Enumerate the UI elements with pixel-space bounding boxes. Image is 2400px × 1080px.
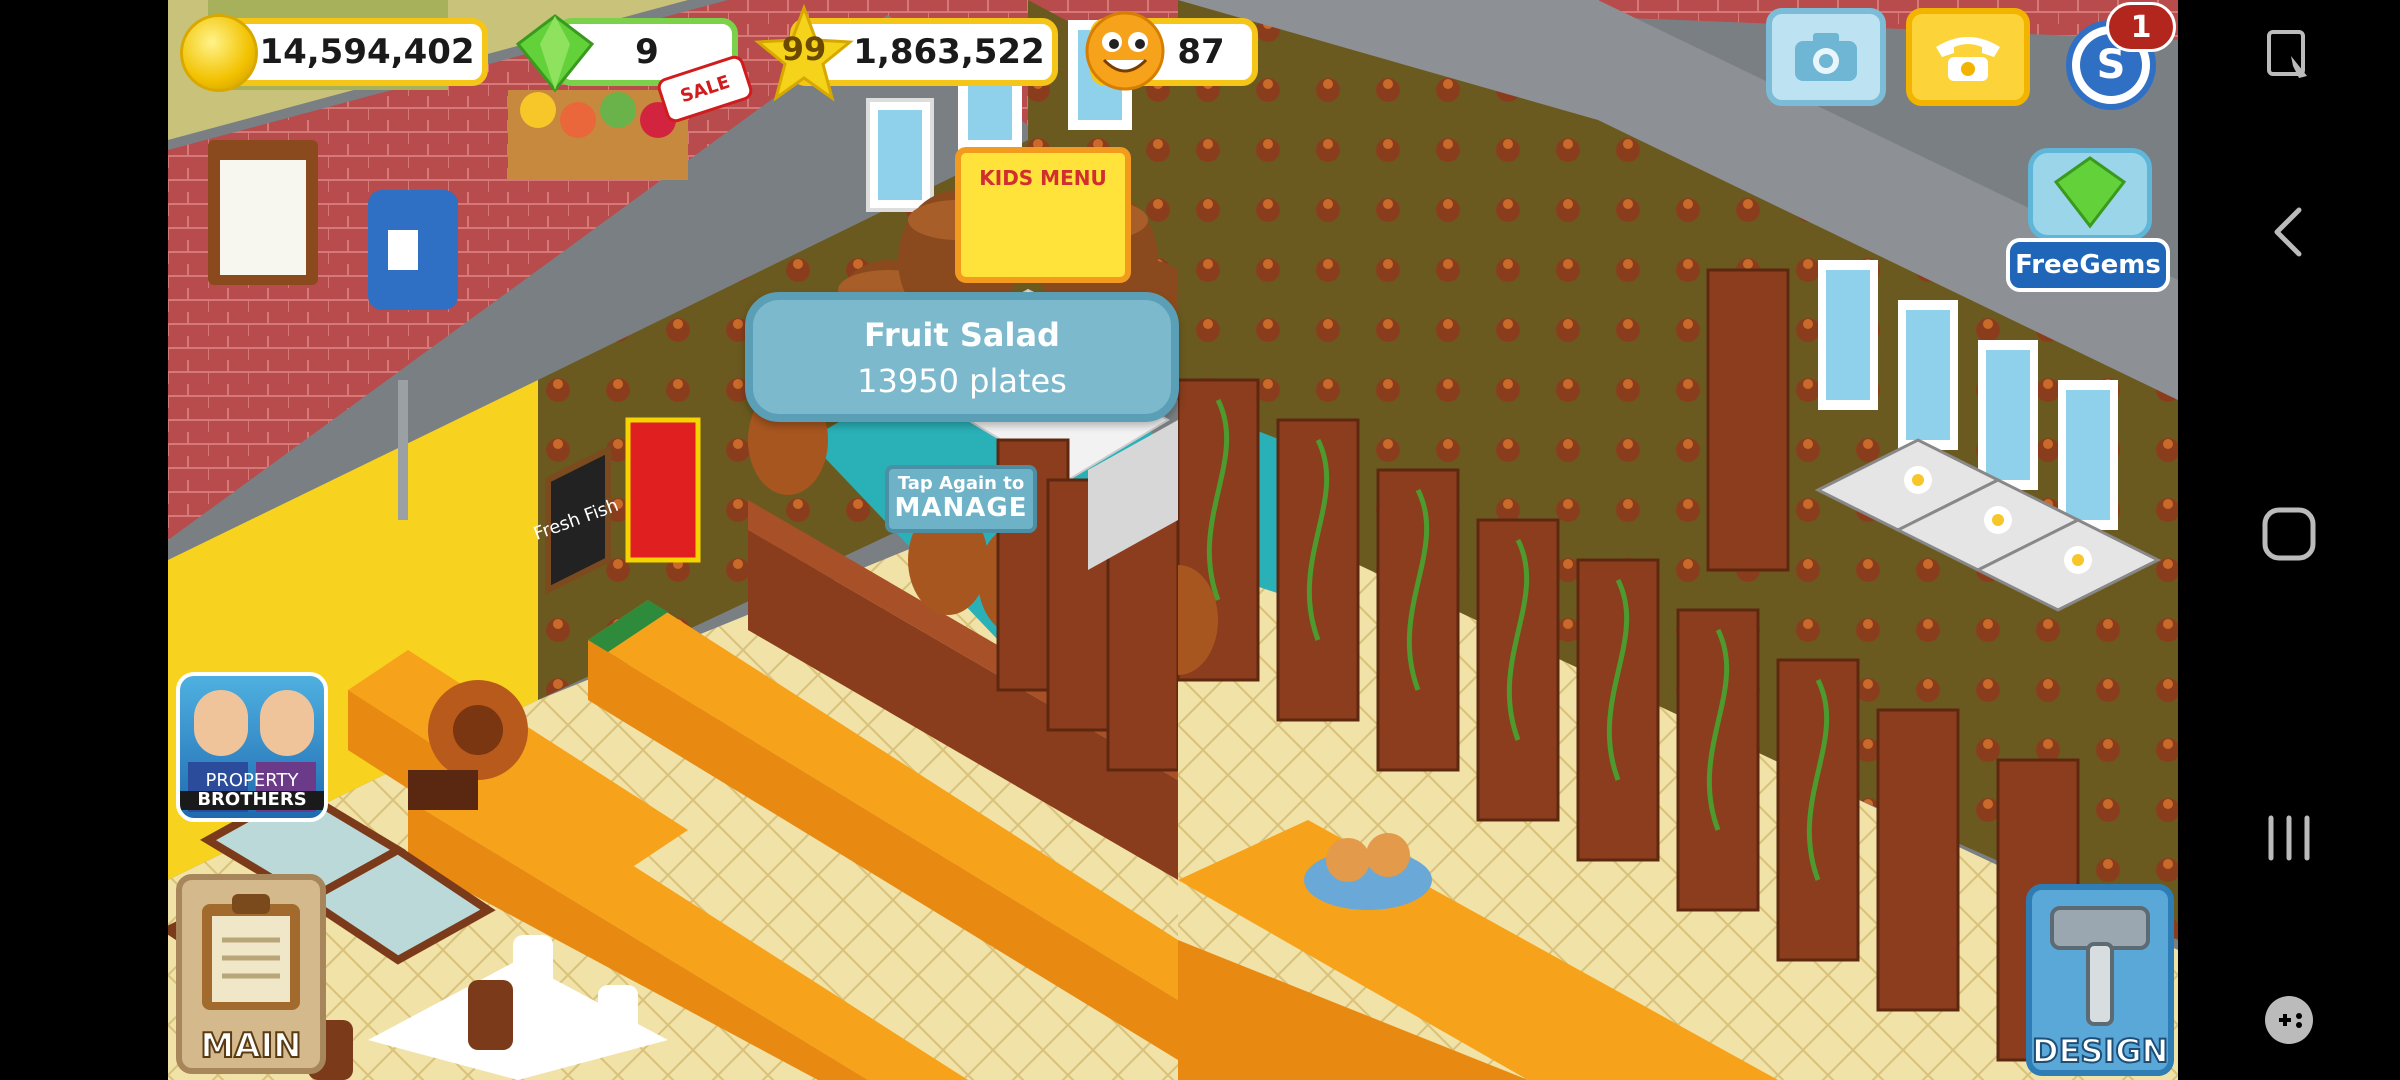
mailbox bbox=[368, 190, 458, 310]
gem-icon bbox=[2053, 156, 2127, 229]
manage-hint-line1: Tap Again to bbox=[897, 473, 1025, 494]
main-button[interactable]: MAIN bbox=[176, 874, 326, 1074]
sale-text: SALE bbox=[677, 71, 733, 107]
home-icon bbox=[2262, 507, 2316, 561]
gem-icon bbox=[515, 14, 595, 93]
back-button[interactable] bbox=[2178, 182, 2400, 282]
experience-value: 1,863,522 bbox=[853, 32, 1045, 72]
main-label: MAIN bbox=[199, 1025, 302, 1067]
dish-tooltip[interactable]: Fruit Salad 13950 plates bbox=[745, 292, 1179, 422]
property-brothers-line2: BROTHERS bbox=[180, 790, 324, 810]
telephone-icon bbox=[1936, 37, 2000, 81]
dish-plates: 13950 plates bbox=[857, 362, 1067, 400]
back-icon bbox=[2274, 207, 2302, 257]
hammer-icon bbox=[2050, 906, 2150, 1026]
avatar bbox=[260, 690, 314, 756]
free-gems-button[interactable]: FreeGems bbox=[2006, 128, 2170, 296]
lamp-post bbox=[398, 380, 408, 520]
design-button[interactable]: DESIGN bbox=[2026, 884, 2174, 1076]
clipboard-decor bbox=[208, 140, 318, 285]
manage-button[interactable]: Tap Again to MANAGE bbox=[885, 465, 1037, 533]
kids-menu-sign: KIDS MENU bbox=[955, 147, 1131, 283]
coins-value: 14,594,402 bbox=[259, 32, 475, 72]
avatar bbox=[194, 690, 248, 756]
camera-button[interactable] bbox=[1766, 8, 1886, 106]
happiness-face-icon bbox=[1085, 11, 1165, 91]
recents-icon bbox=[2268, 815, 2310, 861]
notification-count: 1 bbox=[2130, 9, 2152, 45]
property-brothers-button[interactable]: PROPERTY BROTHERS bbox=[176, 672, 328, 822]
phone-button[interactable] bbox=[1906, 8, 2030, 106]
home-button[interactable] bbox=[2178, 484, 2400, 584]
level-value: 99 bbox=[781, 30, 827, 68]
coin-icon bbox=[180, 14, 258, 92]
free-gems-label: FreeGems bbox=[2006, 238, 2170, 292]
manage-hint-line2: MANAGE bbox=[894, 493, 1028, 523]
clipboard-icon bbox=[202, 894, 300, 1010]
chef-poster bbox=[625, 417, 701, 563]
svg-text:KIDS MENU: KIDS MENU bbox=[979, 166, 1106, 190]
system-nav-bar bbox=[2178, 0, 2400, 1080]
happiness-value: 87 bbox=[1177, 32, 1225, 72]
recents-button[interactable] bbox=[2178, 788, 2400, 888]
screenshot-button[interactable] bbox=[2178, 6, 2400, 106]
notification-badge: 1 bbox=[2106, 2, 2176, 52]
game-tools-icon bbox=[2265, 996, 2313, 1044]
camera-icon bbox=[1795, 33, 1857, 81]
gems-value: 9 bbox=[635, 32, 659, 72]
screenshot-icon bbox=[2267, 30, 2307, 78]
design-label: DESIGN bbox=[2031, 1031, 2169, 1071]
dish-name: Fruit Salad bbox=[864, 316, 1060, 354]
game-tools-button[interactable] bbox=[2178, 970, 2400, 1070]
